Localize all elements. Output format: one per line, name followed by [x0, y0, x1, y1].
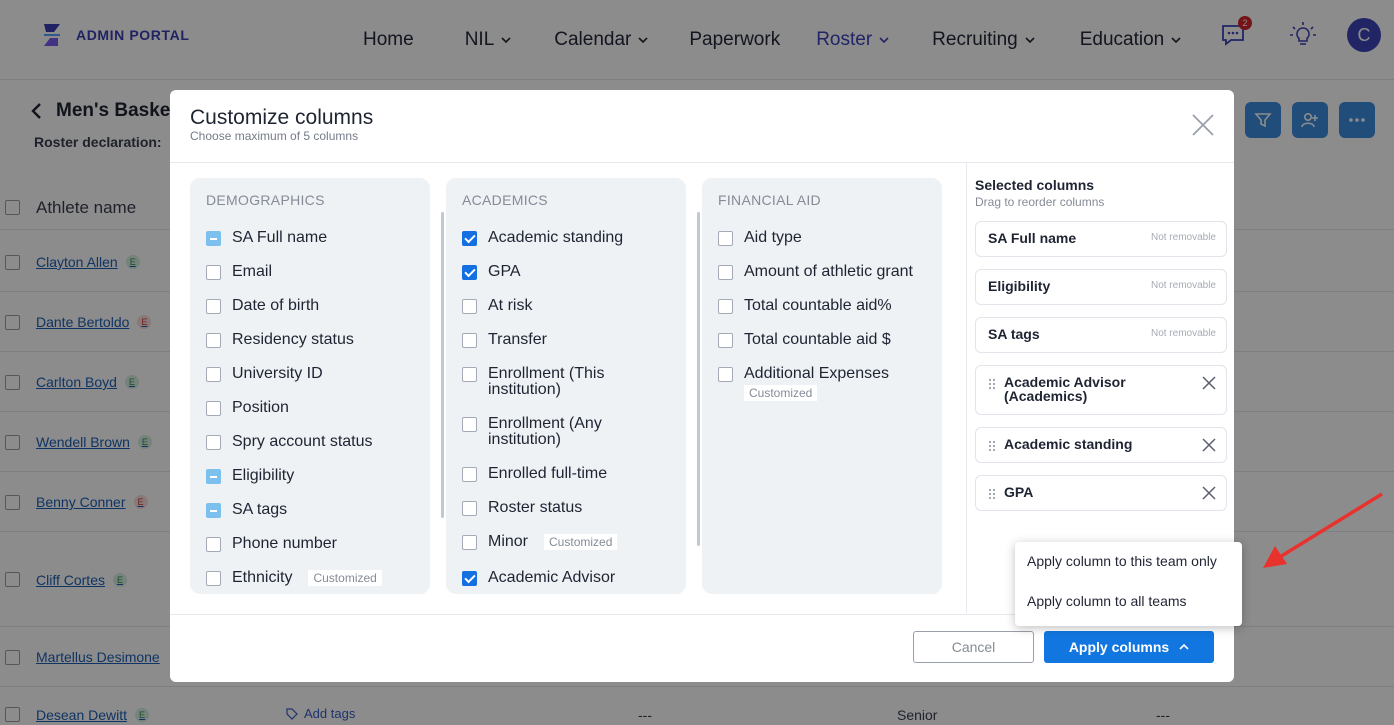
academics-scrollbar[interactable]	[697, 212, 700, 546]
checkbox[interactable]	[206, 537, 221, 552]
option-enrolled-full-time[interactable]: Enrolled full-time	[462, 466, 607, 482]
selected-item-sa-tags: SA tags Not removable	[975, 317, 1227, 353]
option-amount-of-athletic-grant[interactable]: Amount of athletic grant	[718, 264, 913, 280]
option-residency-status[interactable]: Residency status	[206, 332, 354, 348]
academics-panel: ACADEMICS Academic standing GPA At risk …	[446, 178, 686, 594]
option-gpa[interactable]: GPA	[462, 264, 521, 280]
checkbox[interactable]	[462, 299, 477, 314]
option-position[interactable]: Position	[206, 400, 289, 416]
option-at-risk[interactable]: At risk	[462, 298, 532, 314]
option-university-id[interactable]: University ID	[206, 366, 323, 382]
not-removable-label: Not removable	[1150, 328, 1216, 339]
apply-columns-button[interactable]: Apply columns	[1044, 631, 1214, 663]
not-removable-label: Not removable	[1150, 232, 1216, 243]
panel-title: FINANCIAL AID	[718, 192, 821, 208]
remove-column-icon[interactable]	[1202, 486, 1216, 500]
selected-item-academic-advisor[interactable]: Academic Advisor (Academics)	[975, 365, 1227, 415]
checkbox[interactable]	[206, 571, 221, 586]
drag-handle-icon[interactable]	[988, 488, 996, 500]
checkbox[interactable]	[206, 299, 221, 314]
financial-aid-panel: FINANCIAL AID Aid type Amount of athleti…	[702, 178, 942, 594]
option-date-of-birth[interactable]: Date of birth	[206, 298, 319, 314]
selected-item-gpa[interactable]: GPA	[975, 475, 1227, 511]
panel-title: ACADEMICS	[462, 192, 548, 208]
menu-item-apply-this-team[interactable]: Apply column to this team only	[1027, 553, 1217, 569]
checkbox[interactable]	[718, 367, 733, 382]
customized-tag: Customized	[308, 570, 382, 586]
selected-columns-subtitle: Drag to reorder columns	[975, 195, 1105, 209]
checkbox[interactable]	[462, 417, 477, 432]
option-ethnicity[interactable]: Ethnicity Customized	[206, 570, 382, 586]
checkbox[interactable]	[206, 265, 221, 280]
checkbox[interactable]	[462, 333, 477, 348]
modal-subtitle: Choose maximum of 5 columns	[190, 129, 359, 143]
option-aid-type[interactable]: Aid type	[718, 230, 802, 246]
remove-column-icon[interactable]	[1202, 438, 1216, 452]
checkbox[interactable]	[462, 467, 477, 482]
checkbox[interactable]	[206, 333, 221, 348]
checkbox[interactable]	[718, 231, 733, 246]
checkbox[interactable]	[462, 367, 477, 382]
selected-item-sa-full-name: SA Full name Not removable	[975, 221, 1227, 257]
menu-item-apply-all-teams[interactable]: Apply column to all teams	[1027, 593, 1187, 609]
checkbox[interactable]	[206, 231, 221, 246]
checkbox[interactable]	[462, 265, 477, 280]
modal-header: Customize columns Choose maximum of 5 co…	[170, 90, 1234, 163]
option-transfer[interactable]: Transfer	[462, 332, 547, 348]
apply-columns-menu: Apply column to this team only Apply col…	[1015, 542, 1242, 626]
checkbox[interactable]	[462, 231, 477, 246]
remove-column-icon[interactable]	[1202, 376, 1216, 390]
checkbox[interactable]	[718, 265, 733, 280]
checkbox[interactable]	[718, 299, 733, 314]
option-total-countable-aid-percent[interactable]: Total countable aid%	[718, 298, 892, 314]
checkbox[interactable]	[462, 535, 477, 550]
option-total-countable-aid-dollar[interactable]: Total countable aid $	[718, 332, 891, 348]
option-email[interactable]: Email	[206, 264, 272, 280]
annotation-arrow-icon	[1263, 492, 1383, 568]
checkbox[interactable]	[206, 435, 221, 450]
drag-handle-icon[interactable]	[988, 378, 996, 390]
option-enrollment-any-institution[interactable]: Enrollment (Any institution)	[462, 416, 612, 448]
option-academic-advisor[interactable]: Academic Advisor	[462, 570, 615, 586]
option-phone-number[interactable]: Phone number	[206, 536, 337, 552]
selected-item-eligibility: Eligibility Not removable	[975, 269, 1227, 305]
option-enrollment-this-institution[interactable]: Enrollment (This institution)	[462, 366, 612, 398]
option-minor[interactable]: Minor Customized	[462, 534, 618, 550]
close-icon[interactable]	[1190, 112, 1216, 138]
drag-handle-icon[interactable]	[988, 440, 996, 452]
option-sa-tags[interactable]: SA tags	[206, 502, 287, 518]
checkbox[interactable]	[206, 469, 221, 484]
selected-columns-title: Selected columns	[975, 177, 1095, 193]
option-eligibility[interactable]: Eligibility	[206, 468, 294, 484]
demographics-panel: DEMOGRAPHICS SA Full name Email Date of …	[190, 178, 430, 594]
customized-tag: Customized	[544, 534, 618, 550]
cancel-button[interactable]: Cancel	[913, 631, 1034, 663]
option-roster-status[interactable]: Roster status	[462, 500, 582, 516]
chevron-up-icon	[1179, 643, 1189, 650]
option-sa-full-name[interactable]: SA Full name	[206, 230, 327, 246]
panel-title: DEMOGRAPHICS	[206, 192, 325, 208]
not-removable-label: Not removable	[1150, 280, 1216, 291]
option-spry-account-status[interactable]: Spry account status	[206, 434, 373, 450]
checkbox[interactable]	[462, 571, 477, 586]
checkbox[interactable]	[462, 501, 477, 516]
customized-tag: Customized	[744, 385, 818, 401]
demographics-scrollbar[interactable]	[441, 212, 444, 518]
option-additional-expenses[interactable]: Additional Expenses Customized	[718, 366, 889, 401]
option-academic-standing[interactable]: Academic standing	[462, 230, 623, 246]
checkbox[interactable]	[206, 367, 221, 382]
checkbox[interactable]	[718, 333, 733, 348]
checkbox[interactable]	[206, 503, 221, 518]
checkbox[interactable]	[206, 401, 221, 416]
modal-title: Customize columns	[190, 106, 374, 129]
selected-item-academic-standing[interactable]: Academic standing	[975, 427, 1227, 463]
